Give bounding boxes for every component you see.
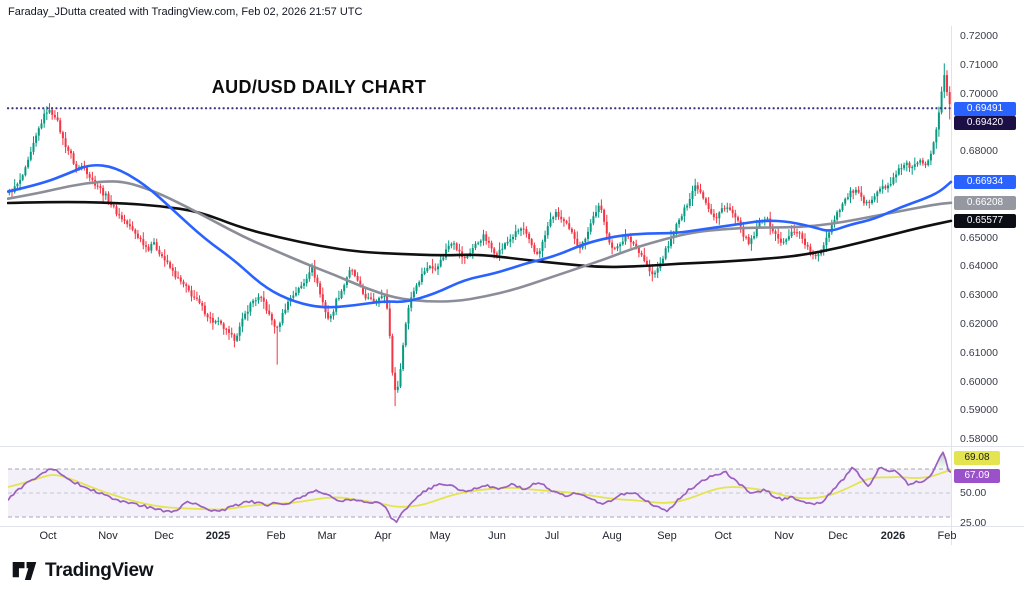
price-axis-label: 0.60000 <box>960 376 998 388</box>
time-axis-label: Dec <box>828 530 848 542</box>
time-axis-label: Feb <box>938 530 957 542</box>
price-badge: 0.69491 <box>954 102 1016 116</box>
price-axis-label: 0.62000 <box>960 318 998 330</box>
time-axis-label: 2025 <box>206 530 230 542</box>
time-axis-label: Aug <box>602 530 622 542</box>
time-axis-label: Dec <box>154 530 174 542</box>
rsi-badge: 69.08 <box>954 451 1000 465</box>
price-axis-label: 0.64000 <box>960 260 998 272</box>
price-axis-label: 0.61000 <box>960 347 998 359</box>
price-badge: 0.66934 <box>954 175 1016 189</box>
chart-canvas[interactable] <box>0 0 1024 600</box>
price-axis-label: 0.70000 <box>960 88 998 100</box>
time-axis-label: Oct <box>714 530 731 542</box>
tradingview-watermark-label: TradingView <box>45 560 153 582</box>
ma-mid-gray <box>8 181 951 301</box>
time-axis-label: Jul <box>545 530 559 542</box>
time-axis-label: Nov <box>98 530 118 542</box>
ma-slow-black <box>8 202 951 267</box>
time-axis-label: Sep <box>657 530 677 542</box>
price-badge: 0.69420 <box>954 116 1016 130</box>
time-axis-label: Nov <box>774 530 794 542</box>
price-axis-label: 0.68000 <box>960 145 998 157</box>
time-axis-label: Mar <box>318 530 337 542</box>
moving-averages <box>8 165 951 307</box>
price-badge: 0.65577 <box>954 214 1016 228</box>
rsi-axis-label: 25.00 <box>960 517 986 529</box>
price-axis-label: 0.71000 <box>960 59 998 71</box>
time-axis-label: Feb <box>267 530 286 542</box>
price-axis-label: 0.72000 <box>960 30 998 42</box>
tradingview-mark-icon <box>12 560 37 582</box>
time-axis-label: Jun <box>488 530 506 542</box>
tradingview-chart-page: Faraday_JDutta created with TradingView.… <box>0 0 1024 600</box>
ma-fast-blue <box>8 165 951 307</box>
rsi-axis-label: 50.00 <box>960 487 986 499</box>
tradingview-watermark: TradingView <box>12 560 153 582</box>
time-axis-label: Oct <box>39 530 56 542</box>
time-axis-label: 2026 <box>881 530 905 542</box>
chart-title: AUD/USD DAILY CHART <box>207 77 431 98</box>
time-axis-label: Apr <box>374 530 391 542</box>
price-axis-label: 0.59000 <box>960 404 998 416</box>
price-axis-label: 0.65000 <box>960 232 998 244</box>
candlestick-series <box>9 63 949 406</box>
rsi-badge: 67.09 <box>954 469 1000 483</box>
price-axis-label: 0.63000 <box>960 289 998 301</box>
price-axis-label: 0.58000 <box>960 433 998 445</box>
time-axis-label: May <box>430 530 451 542</box>
price-badge: 0.66208 <box>954 196 1016 210</box>
